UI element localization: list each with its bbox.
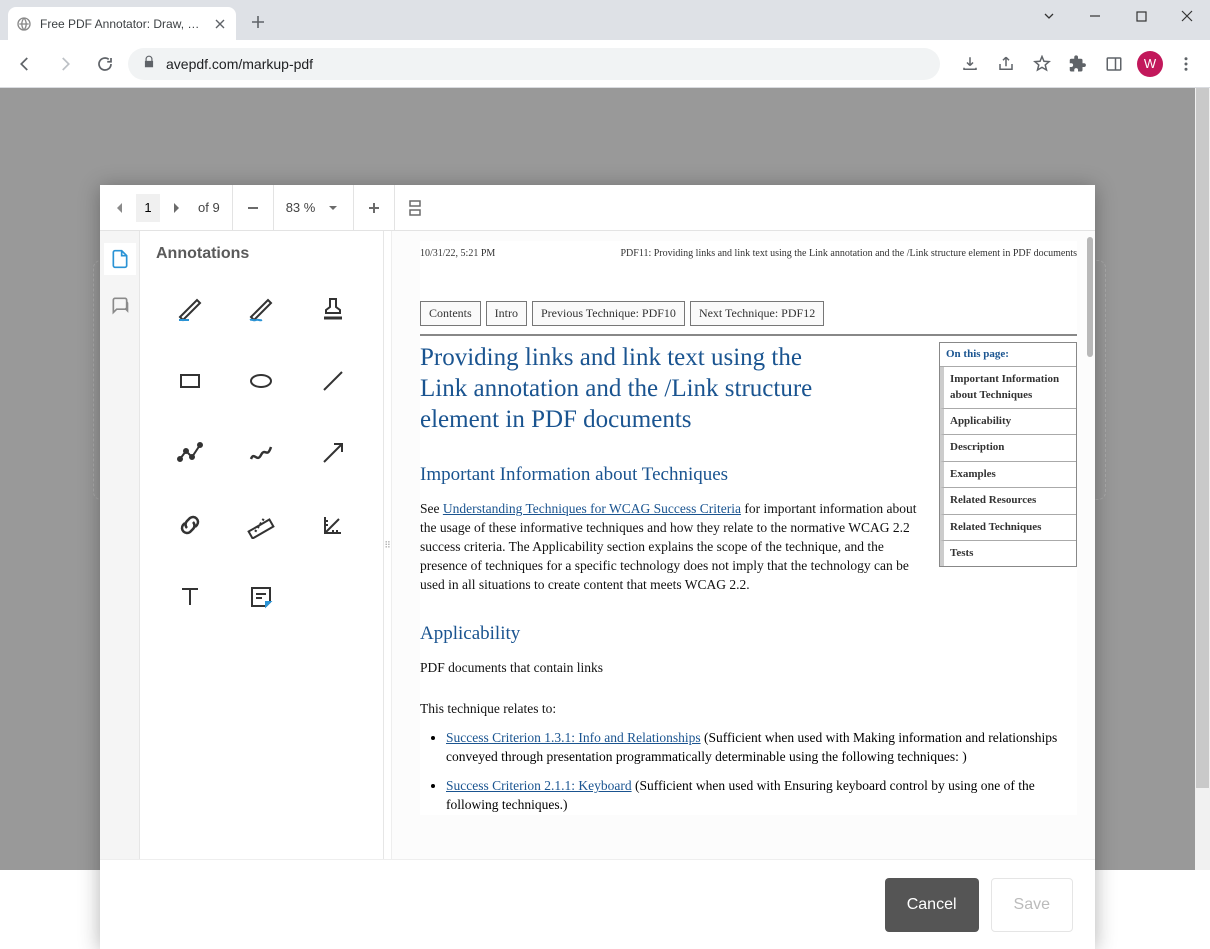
- avatar-letter: W: [1137, 51, 1163, 77]
- doc-sidebox: On this page: Important Information abou…: [939, 342, 1077, 568]
- share-icon[interactable]: [990, 48, 1022, 80]
- zoom-dropdown[interactable]: [319, 194, 347, 222]
- doc-link-sc131[interactable]: Success Criterion 1.3.1: Info and Relati…: [446, 730, 701, 745]
- zoom-level[interactable]: 83 %: [280, 200, 318, 215]
- page-count-label: of 9: [192, 200, 226, 215]
- doc-paragraph: PDF documents that contain links: [420, 659, 1077, 678]
- tab-title: Free PDF Annotator: Draw, Hig: [40, 17, 204, 31]
- sidebox-item[interactable]: Important Information about Techniques: [940, 367, 1076, 409]
- doc-link-understanding[interactable]: Understanding Techniques for WCAG Succes…: [443, 501, 741, 516]
- tool-freehand-icon[interactable]: [232, 431, 292, 475]
- tool-area-icon[interactable]: [303, 503, 363, 547]
- extensions-icon[interactable]: [1062, 48, 1094, 80]
- doc-nav-prev[interactable]: Previous Technique: PDF10: [532, 301, 685, 326]
- pdf-page: 10/31/22, 5:21 PM PDF11: Providing links…: [420, 241, 1077, 815]
- pdf-viewport[interactable]: 10/31/22, 5:21 PM PDF11: Providing links…: [392, 231, 1095, 859]
- annotations-panel: Annotations: [140, 231, 384, 859]
- sidebox-item[interactable]: Related Resources: [940, 488, 1076, 514]
- sidebox-title: On this page:: [940, 343, 1076, 367]
- lock-icon: [142, 55, 156, 72]
- rail-annotations-icon[interactable]: [104, 243, 136, 275]
- new-tab-button[interactable]: [244, 8, 272, 36]
- doc-list-item: Success Criterion 2.1.1: Keyboard (Suffi…: [446, 777, 1077, 815]
- page-background: of 9 83 % Annotations: [0, 88, 1210, 870]
- sidebox-item[interactable]: Tests: [940, 541, 1076, 566]
- sidepanel-icon[interactable]: [1098, 48, 1130, 80]
- tool-ellipse-icon[interactable]: [232, 359, 292, 403]
- back-button[interactable]: [8, 47, 42, 81]
- layout-button[interactable]: [401, 194, 429, 222]
- cancel-button[interactable]: Cancel: [885, 878, 979, 932]
- doc-list-item: Success Criterion 1.3.1: Info and Relati…: [446, 729, 1077, 767]
- profile-avatar[interactable]: W: [1134, 48, 1166, 80]
- doc-header-title: PDF11: Providing links and link text usi…: [620, 247, 1077, 261]
- next-page-button[interactable]: [162, 194, 190, 222]
- page-number-input[interactable]: [136, 194, 160, 222]
- browser-scrollbar[interactable]: [1195, 88, 1210, 870]
- window-minimize[interactable]: [1072, 0, 1118, 32]
- tool-stamp-icon[interactable]: [303, 287, 363, 331]
- browser-tab[interactable]: Free PDF Annotator: Draw, Hig: [8, 7, 236, 40]
- doc-link-sc211[interactable]: Success Criterion 2.1.1: Keyboard: [446, 778, 632, 793]
- scrollbar-thumb[interactable]: [1196, 88, 1209, 788]
- pdf-editor-modal: of 9 83 % Annotations: [100, 185, 1095, 949]
- tool-rectangle-icon[interactable]: [160, 359, 220, 403]
- url-text: avepdf.com/markup-pdf: [166, 56, 313, 72]
- doc-h1: Providing links and link text using the …: [420, 342, 820, 436]
- doc-paragraph: This technique relates to:: [420, 700, 1077, 719]
- zoom-out-button[interactable]: [239, 194, 267, 222]
- bookmark-icon[interactable]: [1026, 48, 1058, 80]
- zoom-in-button[interactable]: [360, 194, 388, 222]
- url-box[interactable]: avepdf.com/markup-pdf: [128, 48, 940, 80]
- panel-divider[interactable]: ⠿: [384, 231, 392, 859]
- tool-sticky-note-icon[interactable]: [232, 575, 292, 619]
- doc-h2-applicability: Applicability: [420, 621, 1077, 648]
- tool-line-icon[interactable]: [303, 359, 363, 403]
- rail-comments-icon[interactable]: [104, 289, 136, 321]
- tool-freehand-highlight-icon[interactable]: [232, 287, 292, 331]
- sidebox-item[interactable]: Examples: [940, 462, 1076, 488]
- sidebox-item[interactable]: Description: [940, 435, 1076, 461]
- save-button[interactable]: Save: [991, 878, 1073, 932]
- doc-nav-contents[interactable]: Contents: [420, 301, 481, 326]
- sidebox-item[interactable]: Related Techniques: [940, 515, 1076, 541]
- tool-highlighter-icon[interactable]: [160, 287, 220, 331]
- tool-text-icon[interactable]: [160, 575, 220, 619]
- tool-polyline-icon[interactable]: [160, 431, 220, 475]
- annotations-title: Annotations: [152, 245, 371, 263]
- window-controls: [1026, 0, 1210, 32]
- tool-ruler-icon[interactable]: [232, 503, 292, 547]
- browser-titlebar: Free PDF Annotator: Draw, Hig: [0, 0, 1210, 40]
- sidebox-item[interactable]: Applicability: [940, 409, 1076, 435]
- tool-link-icon[interactable]: [160, 503, 220, 547]
- modal-footer: Cancel Save: [100, 859, 1095, 949]
- tab-close-button[interactable]: [212, 16, 228, 32]
- doc-timestamp: 10/31/22, 5:21 PM: [420, 247, 495, 261]
- install-icon[interactable]: [954, 48, 986, 80]
- doc-nav-next[interactable]: Next Technique: PDF12: [690, 301, 824, 326]
- window-maximize[interactable]: [1118, 0, 1164, 32]
- browser-address-bar: avepdf.com/markup-pdf W: [0, 40, 1210, 88]
- tool-arrow-icon[interactable]: [303, 431, 363, 475]
- doc-nav-intro[interactable]: Intro: [486, 301, 527, 326]
- pdf-scrollbar[interactable]: [1087, 237, 1093, 357]
- prev-page-button[interactable]: [106, 194, 134, 222]
- menu-icon[interactable]: [1170, 48, 1202, 80]
- tab-favicon: [16, 16, 32, 32]
- side-rail: [100, 231, 140, 859]
- pdf-toolbar: of 9 83 %: [100, 185, 1095, 231]
- window-dropdown[interactable]: [1026, 0, 1072, 32]
- forward-button[interactable]: [48, 47, 82, 81]
- window-close[interactable]: [1164, 0, 1210, 32]
- reload-button[interactable]: [88, 47, 122, 81]
